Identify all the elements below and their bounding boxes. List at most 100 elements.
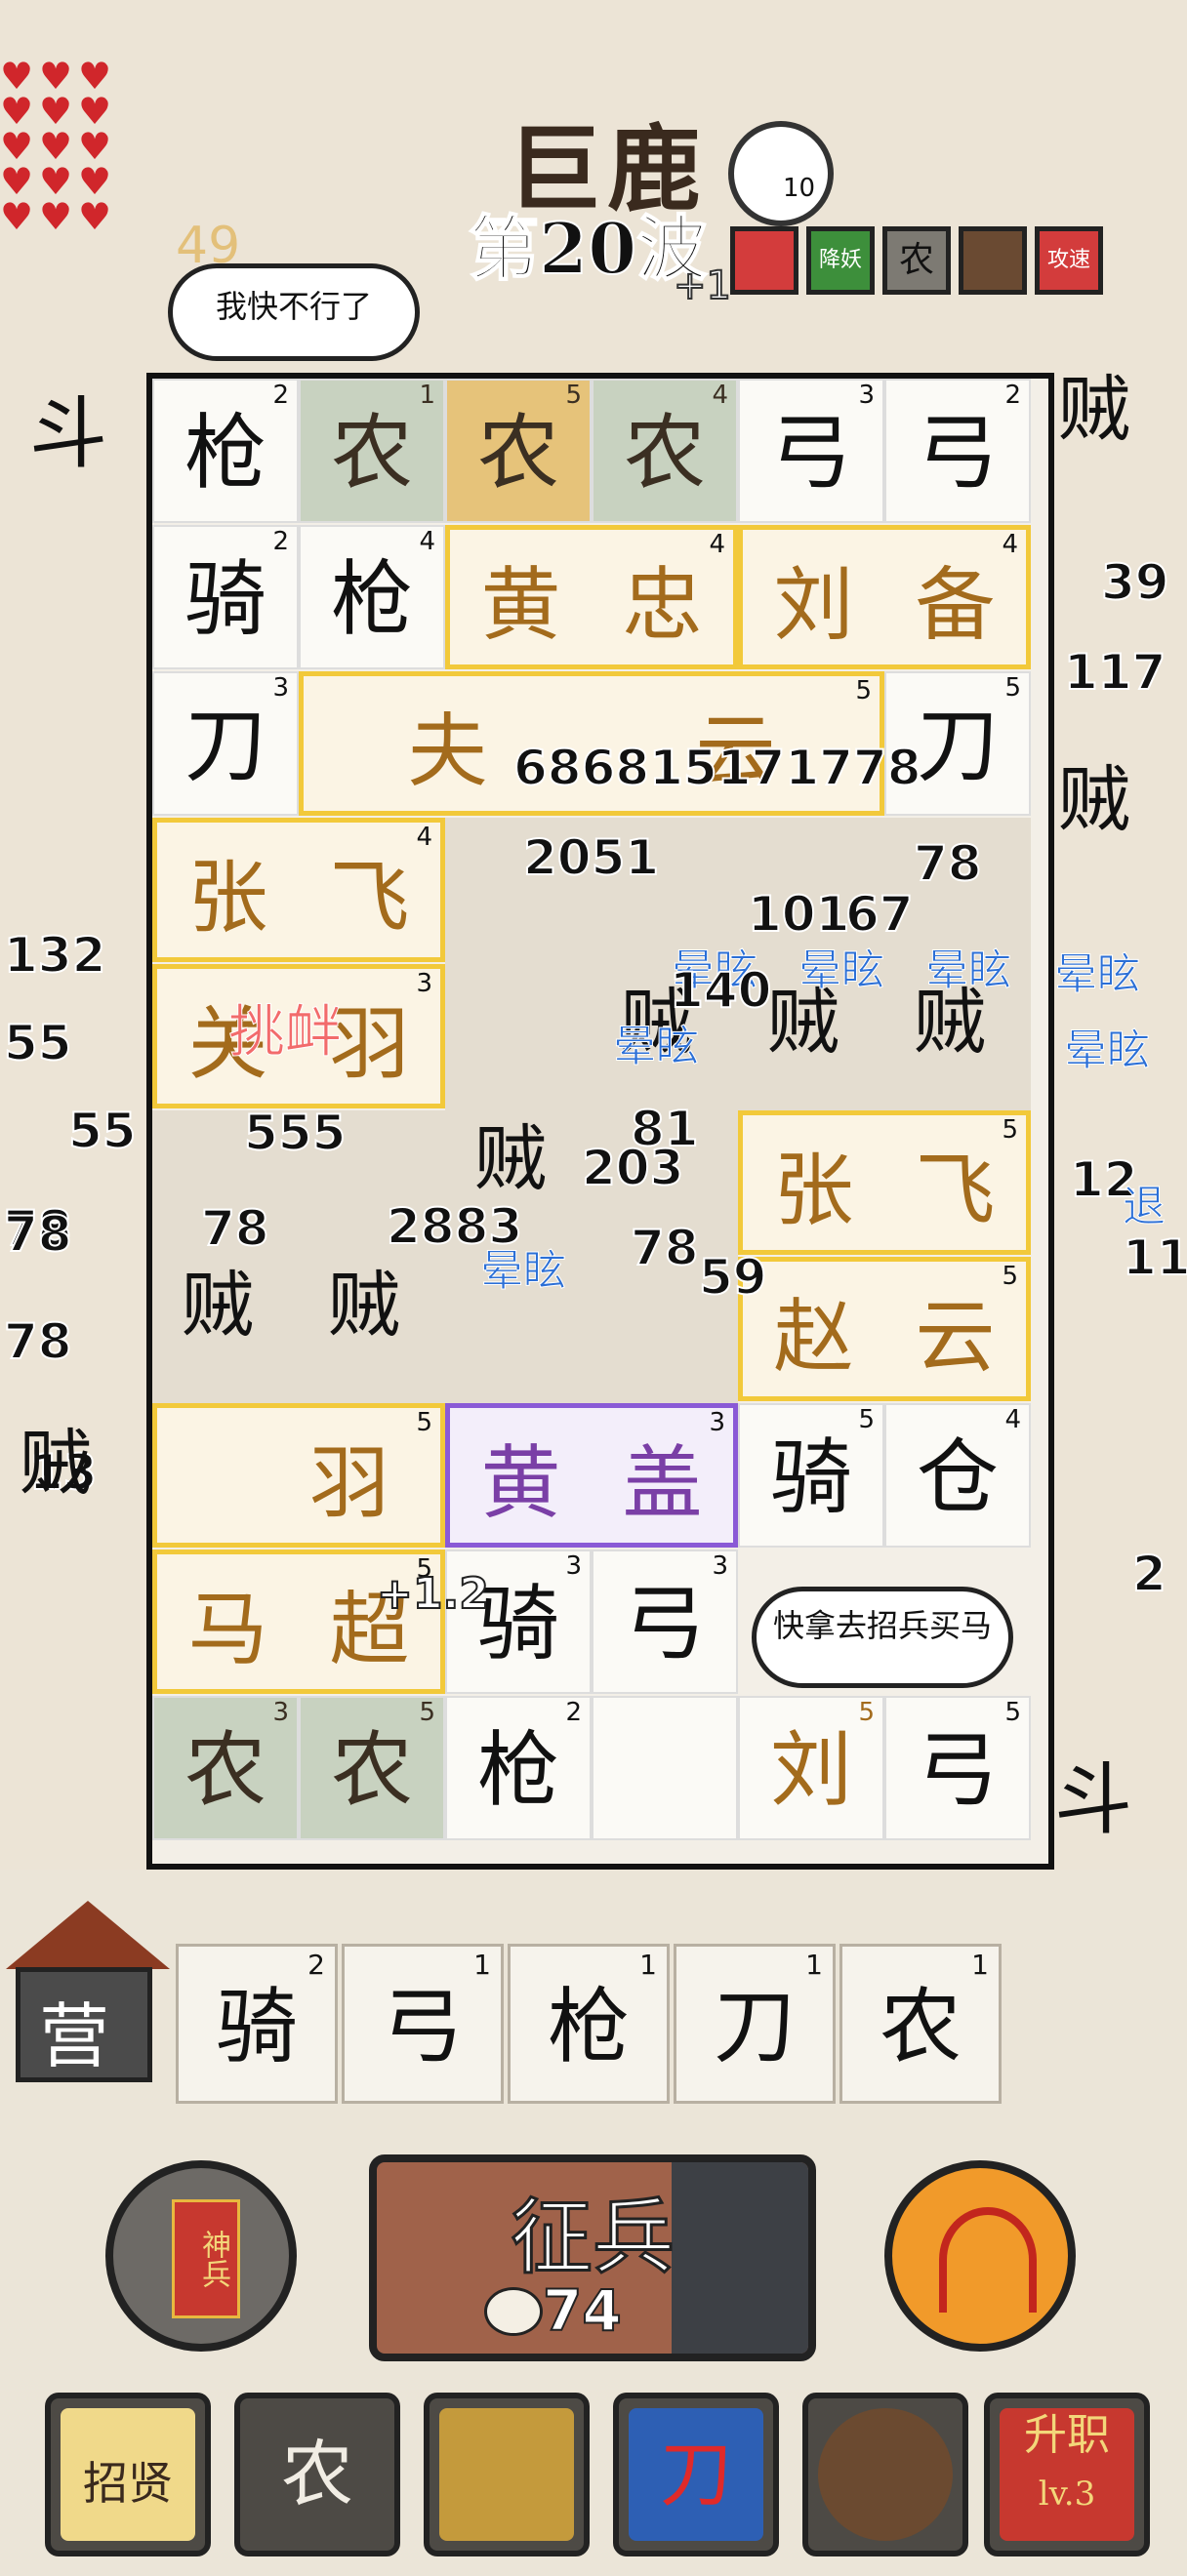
- right-lane-label: 斗: [1054, 1754, 1132, 1845]
- heart-icon: ♥: [0, 160, 34, 203]
- skill-blade[interactable]: 刀: [613, 2393, 779, 2556]
- unit-tile[interactable]: 枪4: [299, 525, 445, 669]
- damage-number: 132: [3, 926, 106, 985]
- heart-icon: ♥: [78, 55, 112, 98]
- fire-bow-skill-button[interactable]: [884, 2160, 1076, 2352]
- skill-cookie[interactable]: [802, 2393, 968, 2556]
- bandit-enemy: 贼: [20, 1422, 92, 1506]
- recruit-queue-item[interactable]: 枪1: [508, 1944, 670, 2104]
- unit-tile[interactable]: 仓4: [884, 1403, 1031, 1548]
- unit-tile[interactable]: 骑5: [738, 1403, 884, 1548]
- shovel-chest-icon: [439, 2408, 574, 2541]
- damage-number: 78: [913, 834, 983, 893]
- damage-number: 78: [3, 1205, 73, 1264]
- heart-icon: ♥: [0, 55, 34, 98]
- heart-icon: ♥: [39, 160, 73, 203]
- hero-huanggai[interactable]: 黄盖3: [445, 1403, 738, 1548]
- skill-treasure[interactable]: [424, 2393, 590, 2556]
- wave-counter: 第20波: [468, 206, 708, 291]
- recruit-label: 征兵: [509, 2189, 675, 2287]
- buff-bull-icon: [959, 226, 1027, 295]
- empty-slot[interactable]: [592, 1696, 738, 1840]
- status-stun: 晕眩: [798, 946, 885, 996]
- damage-number: 55: [3, 1014, 73, 1072]
- heart-icon: ♥: [39, 90, 73, 133]
- status-stun: 晕眩: [1064, 1026, 1151, 1076]
- damage-number: 2: [1131, 1545, 1167, 1603]
- cookie-icon: [818, 2408, 953, 2541]
- recruit-queue-item[interactable]: 刀1: [674, 1944, 836, 2104]
- heart-icon: ♥: [39, 195, 73, 238]
- damage-number: 2883: [386, 1197, 523, 1256]
- left-lane-label: 斗: [29, 388, 107, 479]
- damage-number: 78: [630, 1219, 700, 1277]
- unit-tile[interactable]: 农1: [299, 379, 445, 523]
- unit-tile[interactable]: 刀3: [152, 671, 299, 816]
- unit-tile[interactable]: 弓3: [738, 379, 884, 523]
- buff-farm-icon: 农: [882, 226, 951, 295]
- damage-number: 686815171778: [512, 739, 921, 797]
- hero-guanyu-b[interactable]: 羽5: [152, 1403, 445, 1548]
- damage-number: 555: [243, 1104, 347, 1162]
- damage-number: 2051: [522, 828, 660, 887]
- heart-icon: ♥: [78, 90, 112, 133]
- status-stun: 晕眩: [1054, 949, 1141, 1000]
- peach-count: 10: [783, 174, 816, 203]
- camp-label: 营: [39, 1995, 110, 2077]
- unit-tile[interactable]: 枪2: [152, 379, 299, 523]
- heart-icon: ♥: [0, 90, 34, 133]
- speech-text: 我快不行了: [215, 288, 372, 325]
- hero-zhangfei[interactable]: 张飞5: [738, 1110, 1031, 1255]
- unit-tile[interactable]: 刘5: [738, 1696, 884, 1840]
- unit-tile[interactable]: 农4: [592, 379, 738, 523]
- hero-zhangfei[interactable]: 张飞4: [152, 818, 445, 962]
- damage-number: 140: [669, 961, 772, 1020]
- recruit-queue-item[interactable]: 弓1: [342, 1944, 504, 2104]
- unit-tile[interactable]: 骑2: [152, 525, 299, 669]
- bandit-enemy: 贼: [328, 1264, 400, 1348]
- peach-icon[interactable]: [728, 121, 834, 226]
- recruit-cost: 74: [542, 2276, 623, 2345]
- heart-icon: ♥: [78, 125, 112, 168]
- heart-icon: ♥: [78, 160, 112, 203]
- status-stun: 晕眩: [925, 946, 1012, 996]
- recruit-button[interactable]: 征兵 74: [369, 2154, 816, 2361]
- damage-number: 39: [1100, 553, 1170, 612]
- damage-number: 78: [200, 1199, 270, 1258]
- speech-bubble-left: 我快不行了: [168, 263, 420, 361]
- damage-number: 11: [1122, 1228, 1187, 1287]
- unit-tile[interactable]: 弓3: [592, 1550, 738, 1694]
- bandit-enemy: 贼: [1058, 758, 1130, 842]
- taunt-label: 挑衅: [227, 998, 343, 1066]
- divine-weapon-button[interactable]: 神兵: [105, 2160, 297, 2352]
- buff-xiangyao-icon: 降妖: [806, 226, 875, 295]
- unit-tile[interactable]: 农5: [299, 1696, 445, 1840]
- top-bar: ♥ ♥ ♥ ♥ ♥ ♥ ♥ ♥ ♥ ♥ ♥ ♥ ♥ ♥ ♥ 49 巨鹿 第20波 +1 10 降妖 …: [0, 0, 1187, 371]
- skill-recruit-talent[interactable]: 招贤: [45, 2393, 211, 2556]
- hero-huangzhong[interactable]: 黄忠4: [445, 525, 738, 669]
- skill-promote[interactable]: 升职 lv.3: [984, 2393, 1150, 2556]
- hero-liubei[interactable]: 刘备4: [738, 525, 1031, 669]
- unit-tile[interactable]: 弓5: [884, 1696, 1031, 1840]
- unit-tile[interactable]: 农5: [445, 379, 592, 523]
- unit-tile[interactable]: 枪2: [445, 1696, 592, 1840]
- status-stun: 晕眩: [613, 1022, 700, 1072]
- damage-number: 67: [844, 885, 915, 944]
- recruit-queue-item[interactable]: 骑2: [176, 1944, 338, 2104]
- heart-icon: ♥: [39, 55, 73, 98]
- unit-tile[interactable]: 农3: [152, 1696, 299, 1840]
- speech-bubble-right: 快拿去招兵买马: [752, 1587, 1013, 1688]
- bandit-enemy: 贼: [182, 1264, 254, 1348]
- status-retreat: 退: [1123, 1182, 1167, 1232]
- unit-tile[interactable]: 弓2: [884, 379, 1031, 523]
- camp-building[interactable]: 营: [0, 1901, 170, 2086]
- hero-zhaoyun[interactable]: 赵云5: [738, 1257, 1031, 1401]
- damage-number: 81: [630, 1100, 700, 1158]
- buff-yinyang-icon: [730, 226, 798, 295]
- bun-icon: [484, 2287, 543, 2336]
- buff-attack-speed-icon: 攻速: [1035, 226, 1103, 295]
- talisman-icon: 神兵: [172, 2199, 240, 2318]
- skill-farm[interactable]: 农: [234, 2393, 400, 2556]
- income-popup: +1.2: [376, 1568, 490, 1620]
- recruit-queue-item[interactable]: 农1: [839, 1944, 1002, 2104]
